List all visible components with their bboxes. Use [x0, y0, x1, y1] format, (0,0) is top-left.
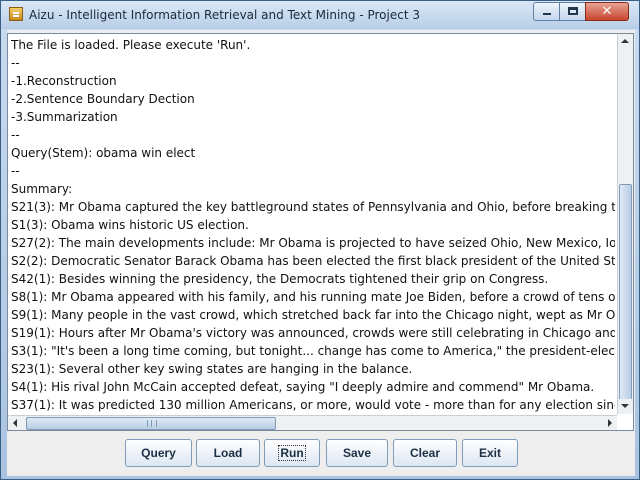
minimize-icon — [534, 3, 559, 20]
vertical-scrollbar[interactable] — [617, 34, 633, 414]
run-button-label: Run — [278, 445, 306, 461]
save-button-label: Save — [342, 446, 372, 460]
save-button[interactable]: Save — [326, 439, 388, 467]
maximize-button[interactable] — [559, 2, 586, 21]
close-icon: ✕ — [601, 4, 613, 19]
output-line: Summary: — [11, 182, 73, 196]
output-line: S27(2): The main developments include: M… — [11, 236, 615, 250]
output-line: S37(1): It was predicted 130 million Ame… — [11, 398, 615, 412]
minimize-button[interactable] — [533, 2, 560, 21]
output-line: -2.Sentence Boundary Dection — [11, 92, 195, 106]
output-line: The File is loaded. Please execute 'Run'… — [11, 38, 251, 52]
arrow-down-icon — [621, 404, 629, 408]
vertical-scroll-thumb[interactable] — [619, 184, 632, 414]
output-scroll-pane: The File is loaded. Please execute 'Run'… — [7, 33, 634, 431]
output-line: S8(1): Mr Obama appeared with his family… — [11, 290, 615, 304]
maximize-icon — [560, 3, 585, 20]
window-title: Aizu - Intelligent Information Retrieval… — [29, 8, 420, 22]
scroll-right-button[interactable] — [602, 416, 617, 430]
exit-button-label: Exit — [478, 446, 501, 460]
output-line: -1.Reconstruction — [11, 74, 117, 88]
output-line: S21(3): Mr Obama captured the key battle… — [11, 200, 615, 214]
scroll-up-button[interactable] — [618, 34, 633, 49]
load-button-label: Load — [213, 446, 243, 460]
horizontal-scrollbar[interactable] — [8, 415, 617, 430]
output-line: -- — [11, 164, 20, 178]
output-line: -- — [11, 56, 20, 70]
grip-icon — [147, 420, 157, 427]
arrow-right-icon — [608, 419, 612, 427]
output-line: Query(Stem): obama win elect — [11, 146, 196, 160]
exit-button[interactable]: Exit — [462, 439, 518, 467]
run-button[interactable]: Run — [264, 439, 320, 467]
load-button[interactable]: Load — [196, 439, 260, 467]
output-line: S9(1): Many people in the vast crowd, wh… — [11, 308, 615, 322]
output-line: -3.Summarization — [11, 110, 118, 124]
java-app-icon — [9, 7, 23, 21]
title-bar[interactable]: Aizu - Intelligent Information Retrieval… — [1, 1, 639, 29]
arrow-up-icon — [621, 39, 629, 43]
output-line: -- — [11, 128, 20, 142]
scroll-down-button[interactable] — [618, 399, 633, 414]
clear-button[interactable]: Clear — [393, 439, 457, 467]
query-button-label: Query — [141, 446, 176, 460]
output-line: S23(1): Several other key swing states a… — [11, 362, 413, 376]
output-line: S42(1): Besides winning the presidency, … — [11, 272, 549, 286]
button-bar: Query Load Run Save Clear Exit — [7, 439, 635, 469]
output-text-area[interactable]: The File is loaded. Please execute 'Run'… — [11, 34, 615, 414]
scroll-left-button[interactable] — [8, 416, 23, 430]
query-button[interactable]: Query — [125, 439, 192, 467]
output-line: S2(2): Democratic Senator Barack Obama h… — [11, 254, 615, 268]
content-panel: The File is loaded. Please execute 'Run'… — [7, 30, 635, 476]
close-button[interactable]: ✕ — [585, 2, 629, 21]
horizontal-scroll-thumb[interactable] — [26, 417, 276, 430]
output-line: S1(3): Obama wins historic US election. — [11, 218, 249, 232]
output-line: S3(1): "It's been a long time coming, bu… — [11, 344, 615, 358]
output-line: S19(1): Hours after Mr Obama's victory w… — [11, 326, 615, 340]
app-window: Aizu - Intelligent Information Retrieval… — [0, 0, 640, 480]
clear-button-label: Clear — [409, 446, 441, 460]
output-line: S4(1): His rival John McCain accepted de… — [11, 380, 595, 394]
arrow-left-icon — [13, 419, 17, 427]
